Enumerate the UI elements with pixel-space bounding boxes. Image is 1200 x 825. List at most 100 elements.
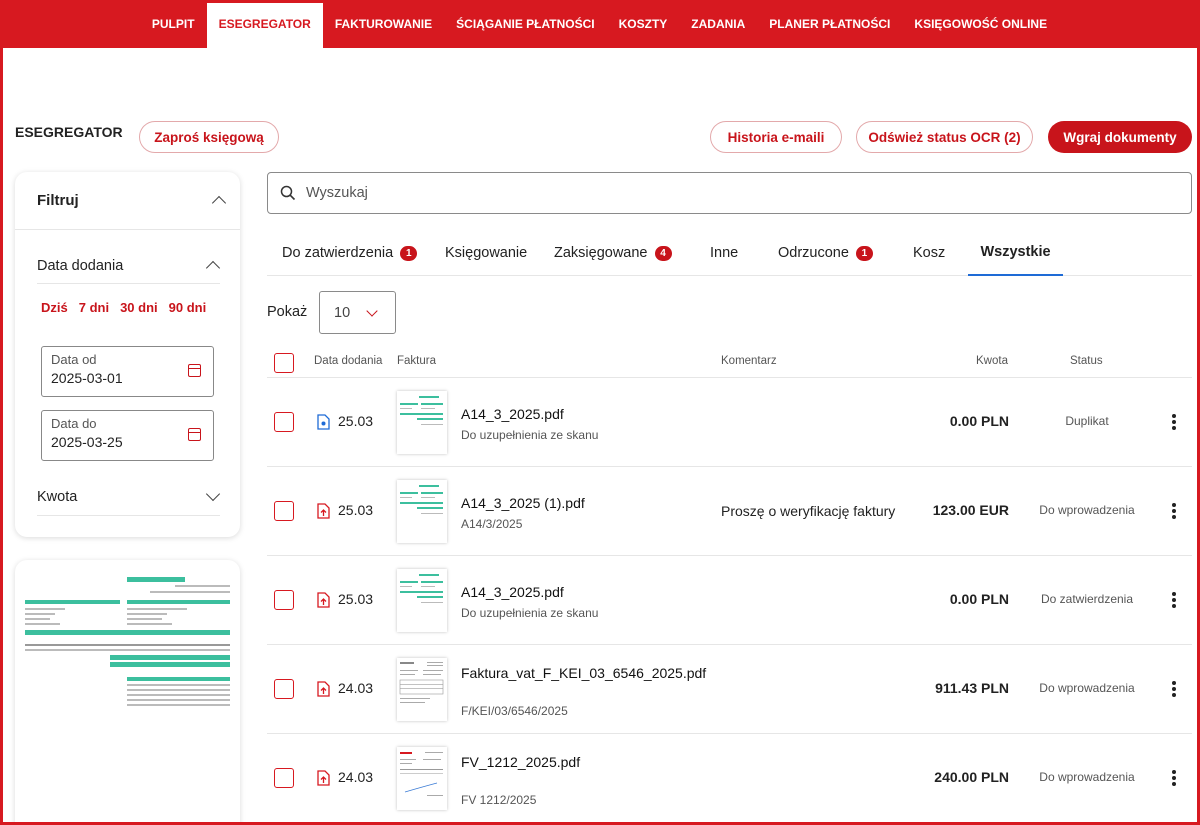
invoice-thumbnail[interactable] — [397, 658, 447, 721]
tab-do-zatwierdzenia[interactable]: Do zatwierdzenia 1 — [282, 230, 418, 276]
tab-wszystkie[interactable]: Wszystkie — [968, 230, 1063, 276]
range-7-days[interactable]: 7 dni — [79, 300, 109, 315]
row-date: 25.03 — [338, 413, 374, 429]
count-badge: 1 — [855, 245, 873, 261]
search-icon — [280, 185, 296, 201]
refresh-ocr-button[interactable]: Odśwież status OCR (2) — [856, 121, 1033, 153]
filter-title: Filtruj — [37, 192, 79, 209]
invoice-thumbnail[interactable] — [397, 569, 447, 632]
date-section-label: Data dodania — [37, 257, 124, 274]
nav-sciaganie-platnosci[interactable]: ŚCIĄGANIE PŁATNOŚCI — [444, 0, 606, 48]
range-90-days[interactable]: 90 dni — [169, 300, 207, 315]
tab-zaksiegowane[interactable]: Zaksięgowane 4 — [554, 230, 672, 276]
range-30-days[interactable]: 30 dni — [120, 300, 158, 315]
status-label: Do wprowadzenia — [1039, 770, 1135, 784]
date-from-label: Data od — [51, 352, 97, 367]
table-row[interactable]: 24.03 FV_1212_2025.pdf FV 1212/2025 240.… — [267, 734, 1192, 823]
calendar-icon[interactable] — [188, 428, 201, 441]
column-invoice[interactable]: Faktura — [397, 355, 436, 367]
column-comment: Komentarz — [721, 355, 777, 367]
file-subtitle: A14/3/2025 — [461, 517, 523, 531]
status-label: Do wprowadzenia — [1039, 503, 1135, 517]
date-to-label: Data do — [51, 416, 97, 431]
nav-koszty[interactable]: KOSZTY — [607, 0, 680, 48]
column-amount[interactable]: Kwota — [976, 355, 1008, 367]
invite-accountant-button[interactable]: Zaproś księgową — [139, 121, 279, 153]
nav-ksiegowosc-online[interactable]: KSIĘGOWOŚĆ ONLINE — [902, 0, 1059, 48]
tab-label: Odrzucone — [778, 245, 849, 261]
more-options-icon[interactable] — [1168, 769, 1180, 787]
nav-fakturowanie[interactable]: FAKTUROWANIE — [323, 0, 444, 48]
amount-section-toggle[interactable]: Kwota — [37, 484, 221, 516]
count-badge: 4 — [654, 245, 672, 261]
date-from-field[interactable]: Data od 2025-03-01 — [41, 346, 214, 397]
tab-label: Do zatwierdzenia — [282, 245, 394, 261]
file-subtitle: Do uzupełnienia ze skanu — [461, 606, 599, 620]
nav-zadania[interactable]: ZADANIA — [679, 0, 757, 48]
search-bar — [267, 172, 1192, 214]
pdf-upload-icon — [317, 592, 330, 608]
file-name[interactable]: FV_1212_2025.pdf — [461, 754, 580, 770]
nav-esegregator[interactable]: ESEGREGATOR — [206, 0, 323, 48]
table-row[interactable]: 25.03 A14_3_2025.pdf Do uzupełnienia ze … — [267, 378, 1192, 467]
search-input[interactable] — [306, 185, 1166, 201]
calendar-icon[interactable] — [188, 364, 201, 377]
nav-pulpit[interactable]: PULPIT — [140, 0, 207, 48]
more-options-icon[interactable] — [1168, 413, 1180, 431]
invoice-preview-image — [25, 577, 230, 706]
row-checkbox[interactable] — [274, 590, 294, 610]
date-to-field[interactable]: Data do 2025-03-25 — [41, 410, 214, 461]
table-header: Data dodania Faktura Komentarz Kwota Sta… — [267, 346, 1192, 378]
row-checkbox[interactable] — [274, 412, 294, 432]
chevron-up-icon — [205, 260, 221, 276]
table-row[interactable]: 25.03 A14_3_2025 (1).pdf A14/3/2025 Pros… — [267, 467, 1192, 556]
tab-kosz[interactable]: Kosz — [913, 230, 945, 276]
row-amount: 911.43 PLN — [935, 680, 1009, 696]
row-checkbox[interactable] — [274, 768, 294, 788]
file-name[interactable]: Faktura_vat_F_KEI_03_6546_2025.pdf — [461, 665, 706, 681]
tab-inne[interactable]: Inne — [710, 230, 738, 276]
column-date[interactable]: Data dodania — [314, 355, 382, 367]
top-navigation: PULPIT ESEGREGATOR FAKTUROWANIE ŚCIĄGANI… — [0, 0, 1200, 48]
page-title: ESEGREGATOR — [15, 124, 123, 140]
file-subtitle: FV 1212/2025 — [461, 793, 537, 807]
table-row[interactable]: 25.03 A14_3_2025.pdf Do uzupełnienia ze … — [267, 556, 1192, 645]
row-checkbox[interactable] — [274, 501, 294, 521]
chevron-up-icon[interactable] — [211, 195, 227, 211]
more-options-icon[interactable] — [1168, 680, 1180, 698]
page-size-select[interactable]: 10 — [319, 291, 396, 334]
file-name[interactable]: A14_3_2025 (1).pdf — [461, 495, 585, 511]
row-checkbox[interactable] — [274, 679, 294, 699]
pdf-upload-icon — [317, 770, 330, 786]
invoice-thumbnail[interactable] — [397, 747, 447, 810]
table-row[interactable]: 24.03 Faktura_vat_F_KEI_03_6546_2025.pdf… — [267, 645, 1192, 734]
file-name[interactable]: A14_3_2025.pdf — [461, 584, 564, 600]
email-history-button[interactable]: Historia e-maili — [710, 121, 842, 153]
tab-odrzucone[interactable]: Odrzucone 1 — [778, 230, 873, 276]
status-tabs: Do zatwierdzenia 1 Księgowanie Zaksięgow… — [267, 230, 1192, 276]
upload-documents-button[interactable]: Wgraj dokumenty — [1048, 121, 1192, 153]
file-name[interactable]: A14_3_2025.pdf — [461, 406, 564, 422]
filter-header[interactable]: Filtruj — [15, 172, 240, 230]
tab-label: Wszystkie — [980, 244, 1051, 260]
status-label: Do wprowadzenia — [1039, 681, 1135, 695]
chevron-down-icon — [205, 486, 221, 502]
tab-ksiegowanie[interactable]: Księgowanie — [445, 230, 527, 276]
document-blue-icon — [317, 414, 330, 430]
select-all-checkbox[interactable] — [274, 353, 294, 373]
date-section-toggle[interactable]: Data dodania — [37, 254, 221, 284]
more-options-icon[interactable] — [1168, 591, 1180, 609]
invoice-thumbnail[interactable] — [397, 480, 447, 543]
file-subtitle: Do uzupełnienia ze skanu — [461, 428, 599, 442]
column-status[interactable]: Status — [1070, 355, 1103, 367]
row-amount: 123.00 EUR — [932, 502, 1009, 518]
tab-label: Zaksięgowane — [554, 245, 648, 261]
pdf-upload-icon — [317, 681, 330, 697]
invoice-thumbnail[interactable] — [397, 391, 447, 454]
nav-planer-platnosci[interactable]: PLANER PŁATNOŚCI — [757, 0, 902, 48]
page-size-label: Pokaż — [267, 304, 308, 320]
row-date: 25.03 — [338, 502, 374, 518]
document-preview[interactable] — [15, 560, 240, 825]
range-today[interactable]: Dziś — [41, 300, 68, 315]
more-options-icon[interactable] — [1168, 502, 1180, 520]
